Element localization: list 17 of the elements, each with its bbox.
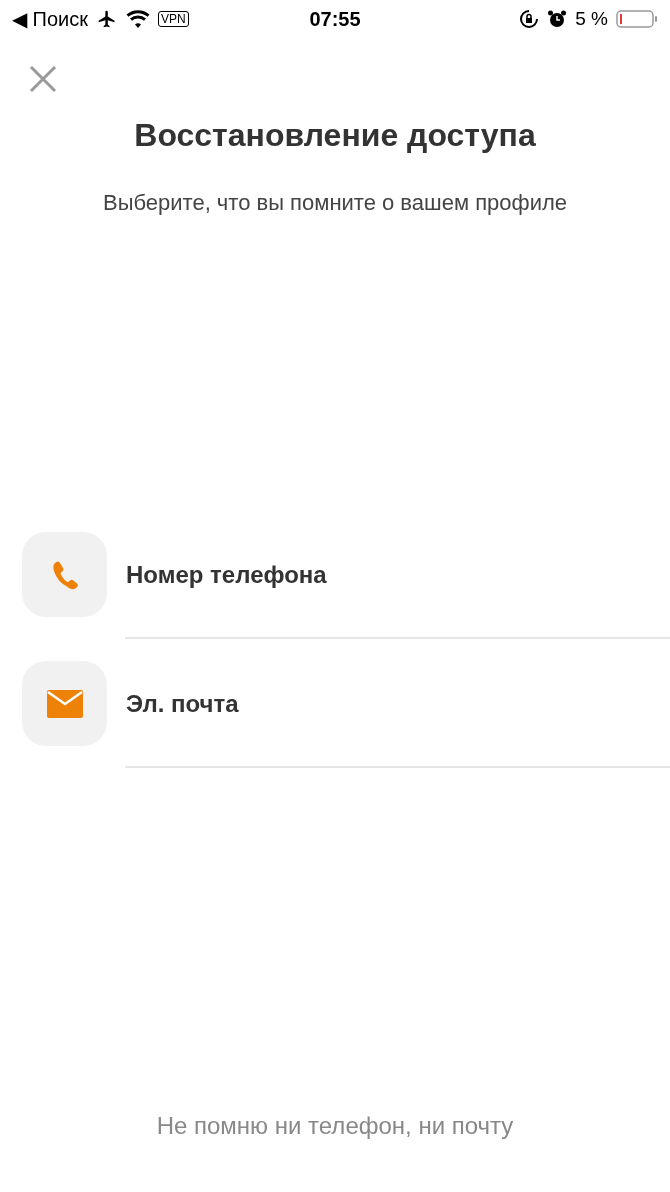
rotation-lock-icon bbox=[519, 9, 540, 29]
airplane-icon bbox=[96, 9, 118, 29]
envelope-icon bbox=[46, 689, 83, 718]
subtitle: Выберите, что вы помните о вашем профиле bbox=[102, 189, 568, 217]
phone-icon bbox=[51, 559, 78, 590]
battery-icon bbox=[616, 9, 658, 29]
vpn-badge: VPN bbox=[158, 11, 189, 27]
status-time: 07:55 bbox=[309, 7, 361, 32]
option-label[interactable]: Номер телефона bbox=[126, 556, 327, 593]
wifi-icon bbox=[126, 9, 150, 29]
back-link[interactable]: ◀ Поиск bbox=[12, 4, 88, 34]
close-icon[interactable] bbox=[29, 65, 57, 93]
alarm-icon bbox=[547, 9, 568, 29]
option-label[interactable]: Эл. почта bbox=[126, 685, 239, 722]
battery-percent: 5 % bbox=[575, 6, 608, 31]
page-title: Восстановление доступа bbox=[133, 116, 537, 155]
forgot-link[interactable]: Не помню ни телефон, ни почту bbox=[0, 1108, 670, 1144]
